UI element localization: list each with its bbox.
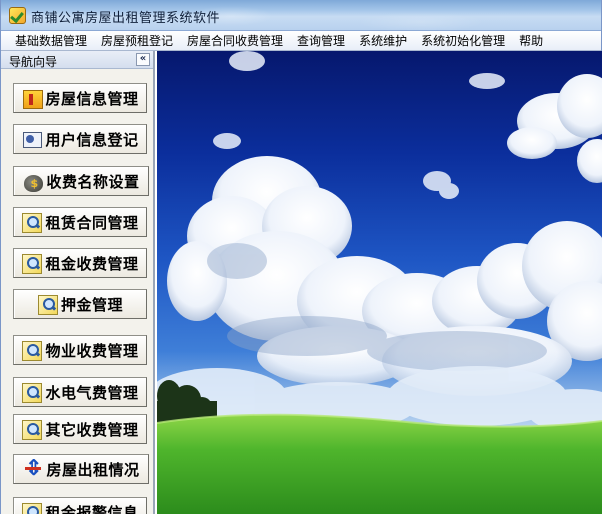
nav-item-label: 租赁合同管理 (45, 213, 139, 232)
navigation-panel: 导航向导 « 房屋信息管理 用户信息登记 收费名称设置 租赁合同管理 (1, 51, 155, 514)
search-document-icon (37, 293, 59, 315)
nav-title: 导航向导 (9, 55, 58, 69)
nav-item-label: 收费名称设置 (46, 172, 140, 191)
nav-item-label: 租金收费管理 (45, 254, 139, 273)
house-icon (21, 87, 44, 109)
search-document-icon (21, 381, 43, 403)
nav-item-label: 用户信息登记 (45, 130, 139, 149)
money-bag-icon (22, 170, 44, 192)
nav-item-rent-alert[interactable]: 租金报警信息 (13, 497, 147, 514)
nav-item-label: 租金报警信息 (45, 503, 139, 514)
nav-item-label: 物业收费管理 (45, 341, 139, 360)
nav-item-label: 押金管理 (60, 295, 123, 314)
search-document-icon (21, 252, 43, 274)
menu-query[interactable]: 查询管理 (290, 32, 352, 50)
nav-item-utility-fee[interactable]: 水电气费管理 (13, 377, 147, 407)
cloud-upper-right (507, 74, 602, 183)
search-document-icon (21, 339, 43, 361)
nav-item-label: 水电气费管理 (45, 383, 139, 402)
nav-item-user-register[interactable]: 用户信息登记 (13, 124, 147, 154)
arrows-icon (22, 456, 44, 481)
nav-item-rent-fee[interactable]: 租金收费管理 (13, 248, 147, 278)
nav-header: 导航向导 « (1, 51, 153, 69)
nav-item-label: 其它收费管理 (45, 420, 139, 439)
search-document-icon (21, 501, 43, 514)
menu-system-maintenance[interactable]: 系统维护 (352, 32, 414, 50)
nav-item-house-info[interactable]: 房屋信息管理 (13, 83, 147, 113)
sky-scene (157, 51, 602, 514)
menu-contract-fee[interactable]: 房屋合同收费管理 (180, 32, 290, 50)
menu-system-init[interactable]: 系统初始化管理 (414, 32, 512, 50)
user-card-icon (21, 128, 43, 150)
nav-collapse-button[interactable]: « (136, 53, 150, 66)
search-document-icon (21, 418, 43, 440)
nav-item-other-fee[interactable]: 其它收费管理 (13, 414, 147, 444)
nav-item-label: 房屋出租情况 (46, 460, 140, 479)
title-bar[interactable]: 商铺公寓房屋出租管理系统软件 (1, 0, 601, 31)
nav-item-fee-name-setting[interactable]: 收费名称设置 (13, 166, 149, 196)
menu-pre-rent-register[interactable]: 房屋预租登记 (94, 32, 180, 50)
nav-item-deposit[interactable]: 押金管理 (13, 289, 147, 319)
search-document-icon (21, 211, 43, 233)
nav-item-rental-status[interactable]: 房屋出租情况 (13, 454, 149, 484)
nav-item-property-fee[interactable]: 物业收费管理 (13, 335, 147, 365)
menu-basic-data[interactable]: 基础数据管理 (8, 32, 94, 50)
app-window: 商铺公寓房屋出租管理系统软件 基础数据管理 房屋预租登记 房屋合同收费管理 查询… (0, 0, 602, 514)
menu-help[interactable]: 帮助 (512, 32, 550, 50)
app-icon (9, 7, 26, 24)
menu-bar: 基础数据管理 房屋预租登记 房屋合同收费管理 查询管理 系统维护 系统初始化管理… (1, 31, 601, 51)
nav-item-lease-contract[interactable]: 租赁合同管理 (13, 207, 147, 237)
main-background-image (157, 51, 602, 514)
nav-item-label: 房屋信息管理 (45, 89, 139, 108)
grass-hill (157, 414, 602, 514)
window-title: 商铺公寓房屋出租管理系统软件 (31, 11, 221, 26)
